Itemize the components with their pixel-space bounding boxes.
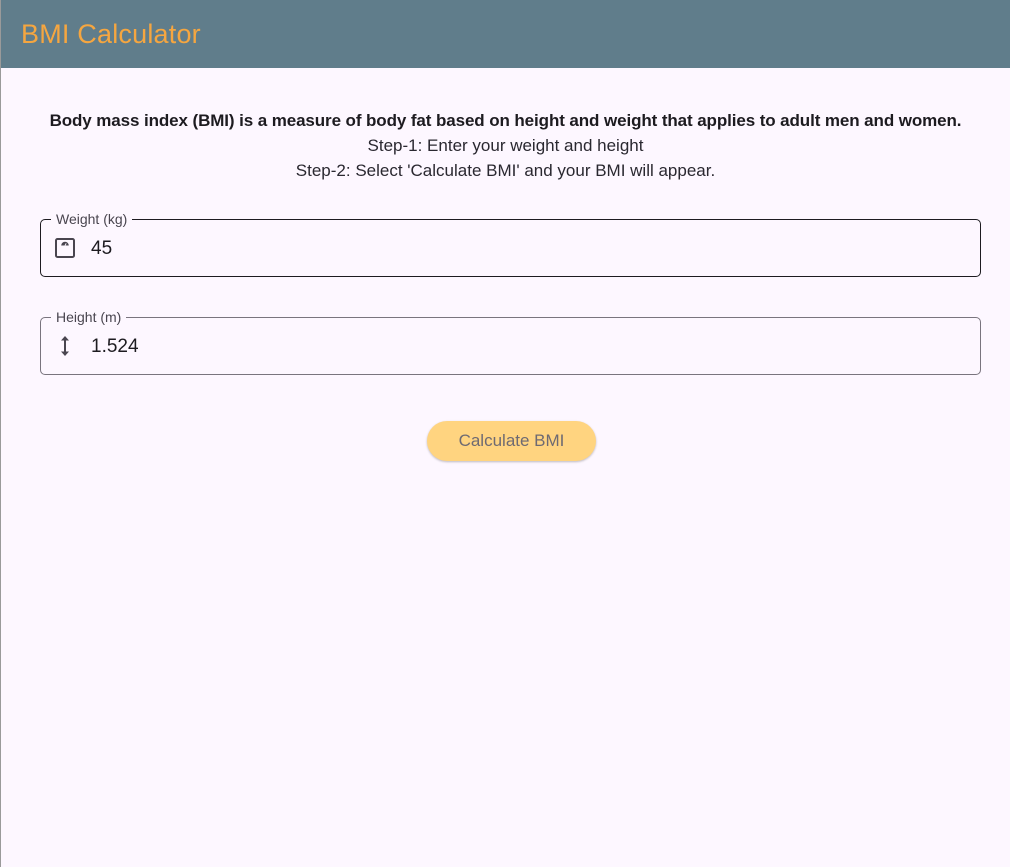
bmi-description: Body mass index (BMI) is a measure of bo… bbox=[49, 111, 962, 130]
weight-field-label: Weight (kg) bbox=[51, 210, 133, 228]
height-field[interactable]: Height (m) bbox=[40, 308, 981, 375]
intro-section: Body mass index (BMI) is a measure of bo… bbox=[1, 108, 1010, 183]
app-bar: BMI Calculator bbox=[1, 0, 1010, 68]
height-field-label: Height (m) bbox=[51, 308, 127, 326]
app-title: BMI Calculator bbox=[21, 18, 201, 49]
vertical-arrows-icon bbox=[53, 334, 77, 358]
height-input[interactable] bbox=[91, 335, 951, 359]
step-2-text: Step-2: Select 'Calculate BMI' and your … bbox=[295, 161, 716, 180]
calculate-bmi-button[interactable]: Calculate BMI bbox=[427, 421, 596, 461]
weight-input[interactable] bbox=[91, 237, 951, 261]
scale-icon bbox=[53, 236, 77, 260]
step-1-text: Step-1: Enter your weight and height bbox=[367, 136, 644, 155]
app-window: BMI Calculator Body mass index (BMI) is … bbox=[0, 0, 1010, 867]
weight-field[interactable]: Weight (kg) bbox=[40, 210, 981, 277]
